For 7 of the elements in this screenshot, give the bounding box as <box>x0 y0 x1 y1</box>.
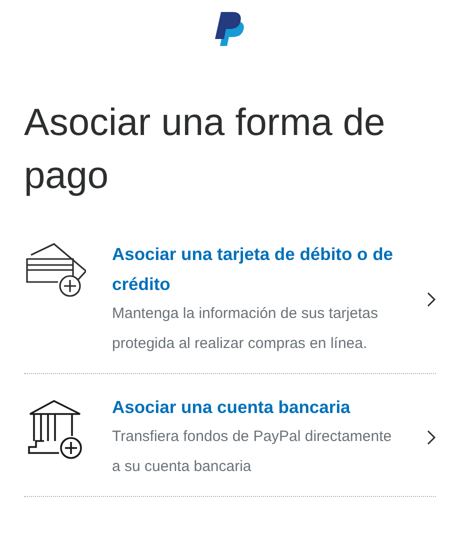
option-link[interactable]: Asociar una tarjeta de débito o de crédito <box>112 239 404 299</box>
option-description: Mantenga la información de sus tarjetas protegida al realizar compras en línea. <box>112 304 379 354</box>
chevron-right-icon <box>427 430 436 444</box>
chevron-right-icon <box>427 292 436 306</box>
option-link[interactable]: Asociar una cuenta bancaria <box>112 392 404 422</box>
option-description: Transfiera fondos de PayPal directamente a su cuenta bancaria <box>112 427 393 477</box>
page-title: Asociar una forma de pago <box>24 101 386 199</box>
